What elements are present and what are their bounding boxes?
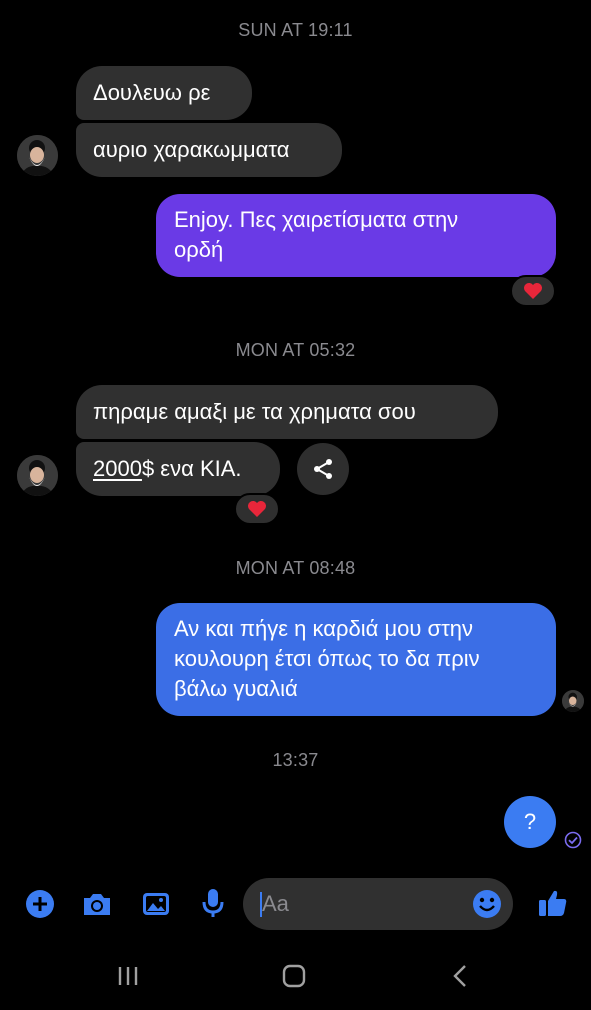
camera-icon: [84, 894, 110, 915]
like-icon: [539, 890, 567, 916]
message-line: βάλω γυαλιά: [174, 676, 298, 701]
seen-check-icon: [564, 831, 582, 849]
camera-button[interactable]: [80, 888, 114, 920]
message-line: Αν και πήγε η καρδιά μου στην: [174, 616, 474, 641]
recents-button[interactable]: [112, 962, 144, 990]
heart-reaction[interactable]: [234, 493, 280, 525]
input-placeholder: Aa: [262, 891, 289, 916]
avatar[interactable]: [17, 455, 58, 496]
mic-icon: [202, 889, 224, 917]
heart-icon: [248, 501, 266, 517]
share-button[interactable]: [297, 443, 349, 495]
timestamp-sun: SUN AT 19:11: [238, 20, 353, 40]
gallery-button[interactable]: [139, 888, 173, 920]
avatar-image: [17, 455, 58, 496]
outgoing-message[interactable]: Enjoy. Πες χαιρετίσματα στην ορδή: [156, 194, 556, 277]
avatar-image: [562, 690, 584, 712]
emoji-button[interactable]: [471, 888, 503, 920]
message-text: Δουλευω ρε: [93, 80, 211, 105]
message-text: $ ενα KIA.: [141, 456, 242, 481]
incoming-message[interactable]: αυριο χαρακωμματα: [76, 123, 342, 177]
avatar-image: [17, 135, 58, 176]
message-line: ορδή: [174, 237, 224, 262]
home-button[interactable]: [279, 961, 309, 991]
message-line: κουλουρη έτσι όπως το δα πριν: [174, 646, 480, 671]
seen-avatar: [562, 690, 584, 712]
incoming-message[interactable]: Δουλευω ρε: [76, 66, 252, 120]
plus-button[interactable]: [24, 888, 56, 920]
back-button[interactable]: [446, 962, 474, 990]
message-text: αυριο χαρακωμματα: [93, 137, 290, 162]
image-icon: [143, 893, 169, 915]
message-input[interactable]: Aa: [243, 878, 513, 930]
incoming-message[interactable]: πηραμε αμαξι με τα χρηματα σου: [76, 385, 498, 439]
message-text: ?: [523, 809, 537, 834]
message-line: Enjoy. Πες χαιρετίσματα στην: [174, 207, 459, 232]
outgoing-message[interactable]: ?: [504, 796, 556, 848]
heart-icon: [524, 283, 542, 299]
message-text: πηραμε αμαξι με τα χρηματα σου: [93, 399, 416, 424]
outgoing-message[interactable]: Αν και πήγε η καρδιά μου στην κουλουρη έ…: [156, 603, 556, 716]
incoming-message[interactable]: 2000$ ενα KIA.: [76, 442, 280, 496]
share-icon: [314, 459, 332, 479]
timestamp-mon-0848: MON AT 08:48: [235, 558, 356, 578]
back-icon: [453, 965, 466, 987]
recents-icon: [118, 967, 138, 985]
heart-reaction[interactable]: [510, 275, 556, 307]
home-icon: [282, 964, 306, 988]
like-button[interactable]: [536, 886, 570, 920]
avatar[interactable]: [17, 135, 58, 176]
timestamp-1337: 13:37: [272, 750, 319, 770]
amount-link[interactable]: 2000: [93, 456, 142, 481]
mic-button[interactable]: [198, 886, 228, 920]
emoji-icon: [473, 890, 501, 918]
plus-icon: [26, 890, 54, 918]
timestamp-mon-0532: MON AT 05:32: [235, 340, 356, 360]
